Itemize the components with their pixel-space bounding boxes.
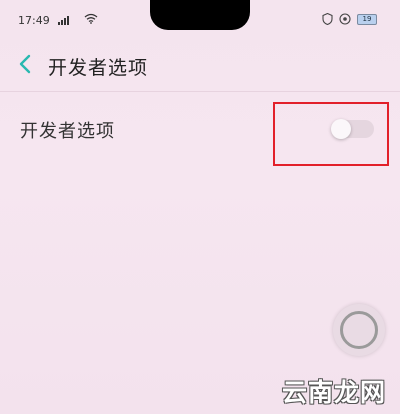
floating-assist-button[interactable] [333,304,385,356]
page-title: 开发者选项 [48,57,149,79]
battery-icon: 19 [357,14,377,25]
floating-ring-icon [340,311,378,349]
page-header: 开发者选项 [0,40,400,90]
camera-notch [150,0,250,30]
back-button[interactable] [16,52,36,76]
highlight-box [273,102,389,166]
signal-icon [58,15,69,25]
shield-icon [322,13,333,25]
phone-screen: 17:49 19 开发者选项 开发者选项 云南龙网 [0,0,400,414]
status-time: 17:49 [18,14,50,27]
alarm-icon [339,13,351,25]
header-divider [0,91,400,92]
watermark-text: 云南龙网 [282,378,387,407]
wifi-icon [84,13,98,24]
developer-options-label: 开发者选项 [20,121,115,142]
